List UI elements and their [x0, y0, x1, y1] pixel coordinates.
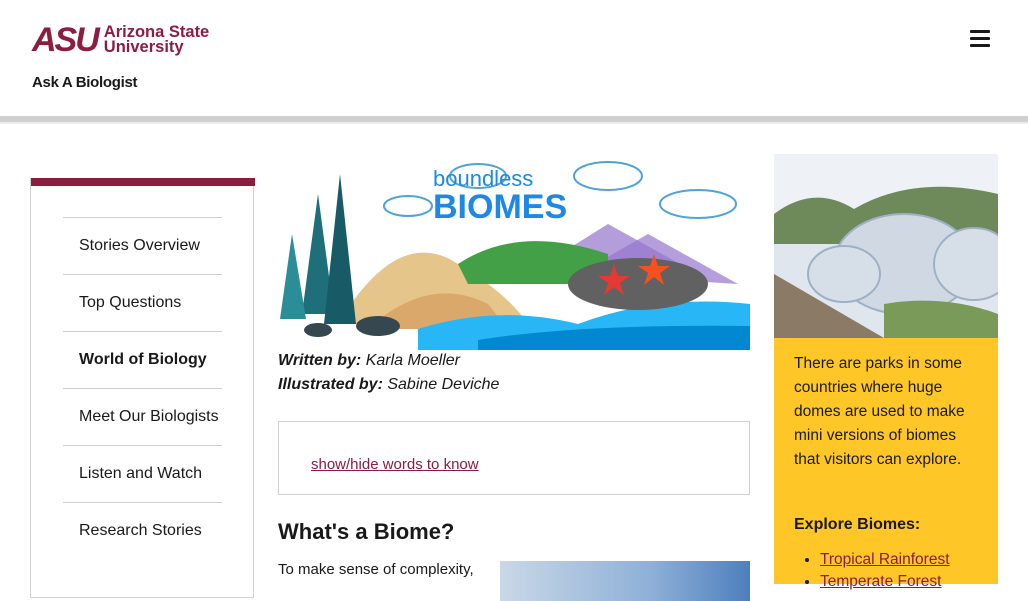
section-heading: What's a Biome? [278, 519, 455, 544]
sidebar-item-top-questions[interactable]: Top Questions [63, 274, 222, 331]
sidebar-item-world-of-biology[interactable]: World of Biology [63, 331, 222, 388]
explore-biomes-heading: Explore Biomes: [794, 516, 921, 533]
show-hide-words-link[interactable]: show/hide words to know [311, 456, 479, 473]
biome-link-tropical-rainforest[interactable]: Tropical Rainforest [820, 551, 950, 568]
site-title[interactable]: Ask A Biologist [32, 74, 138, 91]
asu-logo-mark: ASU [32, 21, 100, 59]
sidebar-item-listen-and-watch[interactable]: Listen and Watch [63, 445, 222, 502]
nav-list: Stories Overview Top Questions World of … [63, 217, 222, 559]
written-by-label: Written by: [278, 352, 362, 369]
sidebar-accent-bar [31, 178, 255, 186]
header-divider-shadow [0, 122, 1028, 124]
sidebar-item-stories-overview[interactable]: Stories Overview [63, 217, 222, 274]
sidebar-nav: Stories Overview Top Questions World of … [30, 178, 255, 598]
main-content: boundless BIOMES Written by: Karla Moell… [278, 154, 750, 601]
illustrated-by-label: Illustrated by: [278, 376, 383, 393]
biome-domes-photo [774, 154, 998, 338]
list-item: Tropical Rainforest [820, 549, 950, 571]
list-item: Temperate Forest [820, 571, 950, 593]
illustrated-by-artist: Sabine Deviche [387, 376, 500, 393]
sidebar-item-research-stories[interactable]: Research Stories [63, 502, 222, 559]
words-to-know-box: show/hide words to know [278, 421, 750, 495]
site-header: ASU Arizona State University Ask A Biolo… [0, 0, 1028, 116]
hamburger-menu-icon[interactable] [970, 30, 990, 48]
intro-paragraph: To make sense of complexity, [278, 561, 474, 578]
asu-logo-text: Arizona State University [103, 23, 210, 56]
fact-text: There are parks in some countries where … [794, 355, 965, 468]
biome-link-temperate-forest[interactable]: Temperate Forest [820, 573, 941, 590]
explore-biomes-list: Tropical Rainforest Temperate Forest [802, 549, 950, 593]
banner-title-large: BIOMES [433, 188, 567, 226]
illustrated-by-line: Illustrated by: Sabine Deviche [278, 373, 750, 397]
written-by-line: Written by: Karla Moeller [278, 349, 750, 373]
story-credits: Written by: Karla Moeller Illustrated by… [278, 349, 750, 397]
inline-photo [500, 561, 750, 601]
fact-sidebar: There are parks in some countries where … [774, 154, 998, 590]
boundless-biomes-banner: boundless BIOMES [280, 161, 750, 350]
written-by-author: Karla Moeller [365, 352, 460, 369]
sidebar-item-meet-our-biologists[interactable]: Meet Our Biologists [63, 388, 222, 445]
asu-logo[interactable]: ASU Arizona State University [32, 21, 210, 59]
